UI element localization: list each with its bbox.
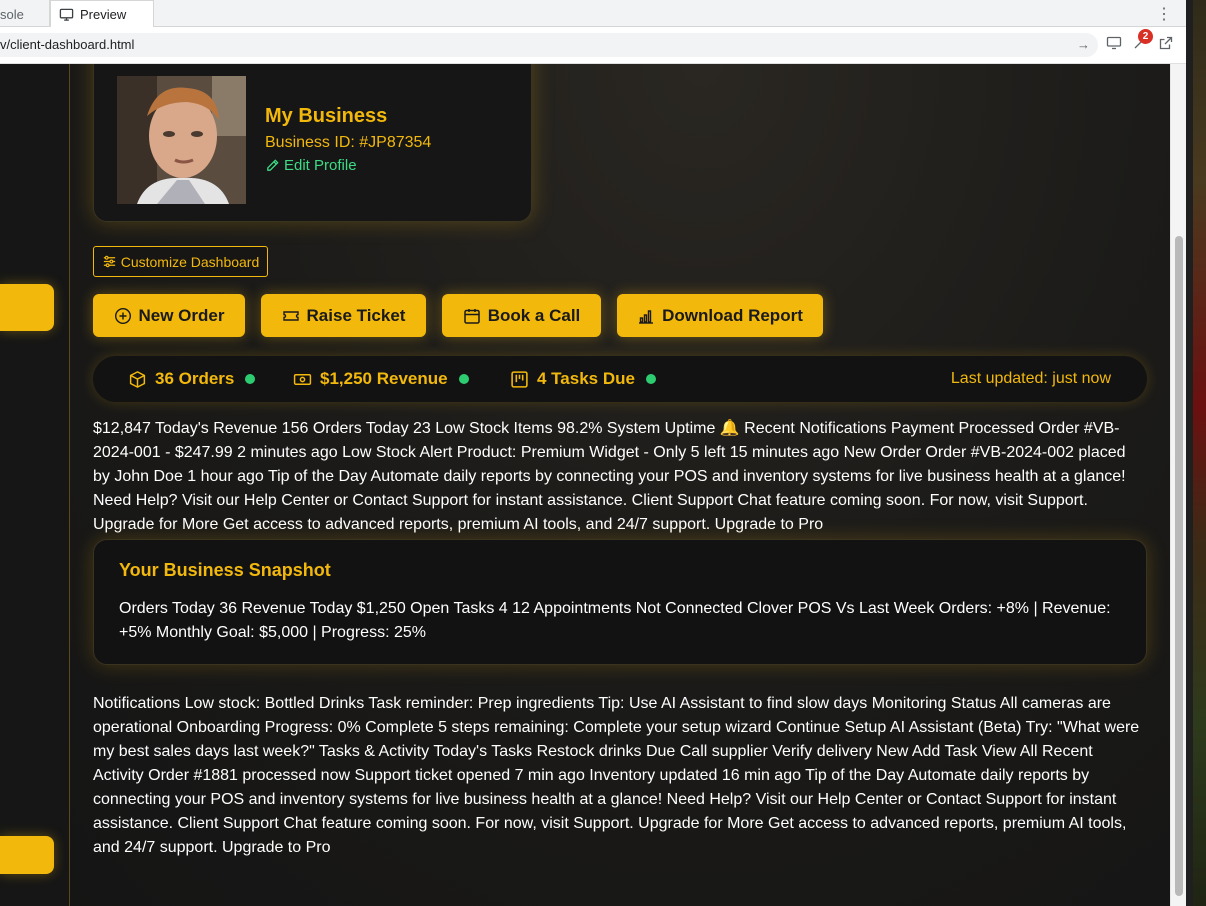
stat-orders: 36 Orders xyxy=(128,356,256,402)
avatar xyxy=(117,76,246,204)
summary-text: $12,847 Today's Revenue 156 Orders Today… xyxy=(93,420,1126,533)
customize-dashboard-button[interactable]: Customize Dashboard xyxy=(93,246,268,277)
book-call-label: Book a Call xyxy=(487,305,581,325)
edit-profile-link[interactable]: Edit Profile xyxy=(265,157,357,174)
raise-ticket-button[interactable]: Raise Ticket xyxy=(261,294,426,337)
status-dot xyxy=(458,374,469,384)
kanban-icon xyxy=(511,370,528,388)
box-icon xyxy=(129,370,146,388)
sliders-icon xyxy=(103,255,115,268)
stat-revenue-label: $1,250 Revenue xyxy=(320,369,448,388)
url-field[interactable]: v/client-dashboard.html → xyxy=(0,33,1098,57)
business-name: My Business xyxy=(265,105,388,127)
raise-ticket-label: Raise Ticket xyxy=(306,305,406,325)
notification-badge: 2 xyxy=(1138,29,1153,44)
business-snapshot-card: Your Business Snapshot Orders Today 36 R… xyxy=(93,539,1147,665)
go-arrow-icon[interactable]: → xyxy=(1077,33,1090,57)
stat-orders-label: 36 Orders xyxy=(155,369,235,388)
stat-tasks-label: 4 Tasks Due xyxy=(537,369,635,388)
scroll-thumb[interactable] xyxy=(1175,236,1183,896)
download-report-button[interactable]: Download Report xyxy=(617,294,823,337)
open-external-icon[interactable] xyxy=(1158,35,1174,51)
status-dot xyxy=(245,374,256,384)
profile-card: My Business Business ID: #JP87354 Edit P… xyxy=(93,64,532,222)
plus-circle-icon xyxy=(114,307,131,324)
ticket-icon xyxy=(282,310,299,321)
desktop-wallpaper xyxy=(1186,0,1206,906)
sidebar-active-item[interactable] xyxy=(0,284,54,331)
snapshot-text: Orders Today 36 Revenue Today $1,250 Ope… xyxy=(119,600,1111,641)
address-bar: v/client-dashboard.html → 2 xyxy=(0,27,1186,64)
window-edge xyxy=(1186,0,1193,906)
tab-console[interactable]: sole xyxy=(0,0,50,28)
new-order-button[interactable]: New Order xyxy=(93,294,245,337)
last-updated: Last updated: just now xyxy=(950,370,1111,387)
toolbar-icons: 2 xyxy=(1106,29,1174,51)
pencil-icon xyxy=(267,159,279,171)
new-order-label: New Order xyxy=(138,305,225,325)
sidebar xyxy=(0,64,70,906)
customize-dashboard-label: Customize Dashboard xyxy=(120,253,260,270)
browser-tab-bar: sole Preview ⋮ xyxy=(0,0,1186,28)
tab-preview[interactable]: Preview xyxy=(50,0,154,28)
stats-bar: 36 Orders $1,250 Revenue 4 Tasks Due Las… xyxy=(93,356,1147,402)
calendar-icon xyxy=(463,308,480,324)
bar-chart-icon xyxy=(639,309,654,324)
stat-revenue: $1,250 Revenue xyxy=(293,356,469,402)
tab-preview-label: Preview xyxy=(80,7,127,22)
cash-icon xyxy=(293,373,312,385)
stat-tasks: 4 Tasks Due xyxy=(510,356,656,402)
url-text: v/client-dashboard.html xyxy=(0,37,135,52)
page-scrollbar[interactable] xyxy=(1170,64,1186,906)
more-options-icon[interactable]: ⋮ xyxy=(1156,4,1172,24)
tab-console-label: sole xyxy=(0,6,24,22)
sidebar-bottom-item[interactable] xyxy=(0,836,54,874)
book-call-button[interactable]: Book a Call xyxy=(442,294,601,337)
business-id: Business ID: #JP87354 xyxy=(265,134,432,151)
edit-profile-label: Edit Profile xyxy=(284,157,357,174)
details-text: Notifications Low stock: Bottled Drinks … xyxy=(93,695,1140,856)
status-dot xyxy=(645,374,656,384)
snapshot-title: Your Business Snapshot xyxy=(119,560,331,580)
monitor-icon xyxy=(59,8,74,21)
dashboard-page: My Business Business ID: #JP87354 Edit P… xyxy=(0,64,1170,906)
extension-icon[interactable]: 2 xyxy=(1132,29,1153,51)
device-preview-icon[interactable] xyxy=(1106,35,1122,51)
download-report-label: Download Report xyxy=(662,305,803,325)
